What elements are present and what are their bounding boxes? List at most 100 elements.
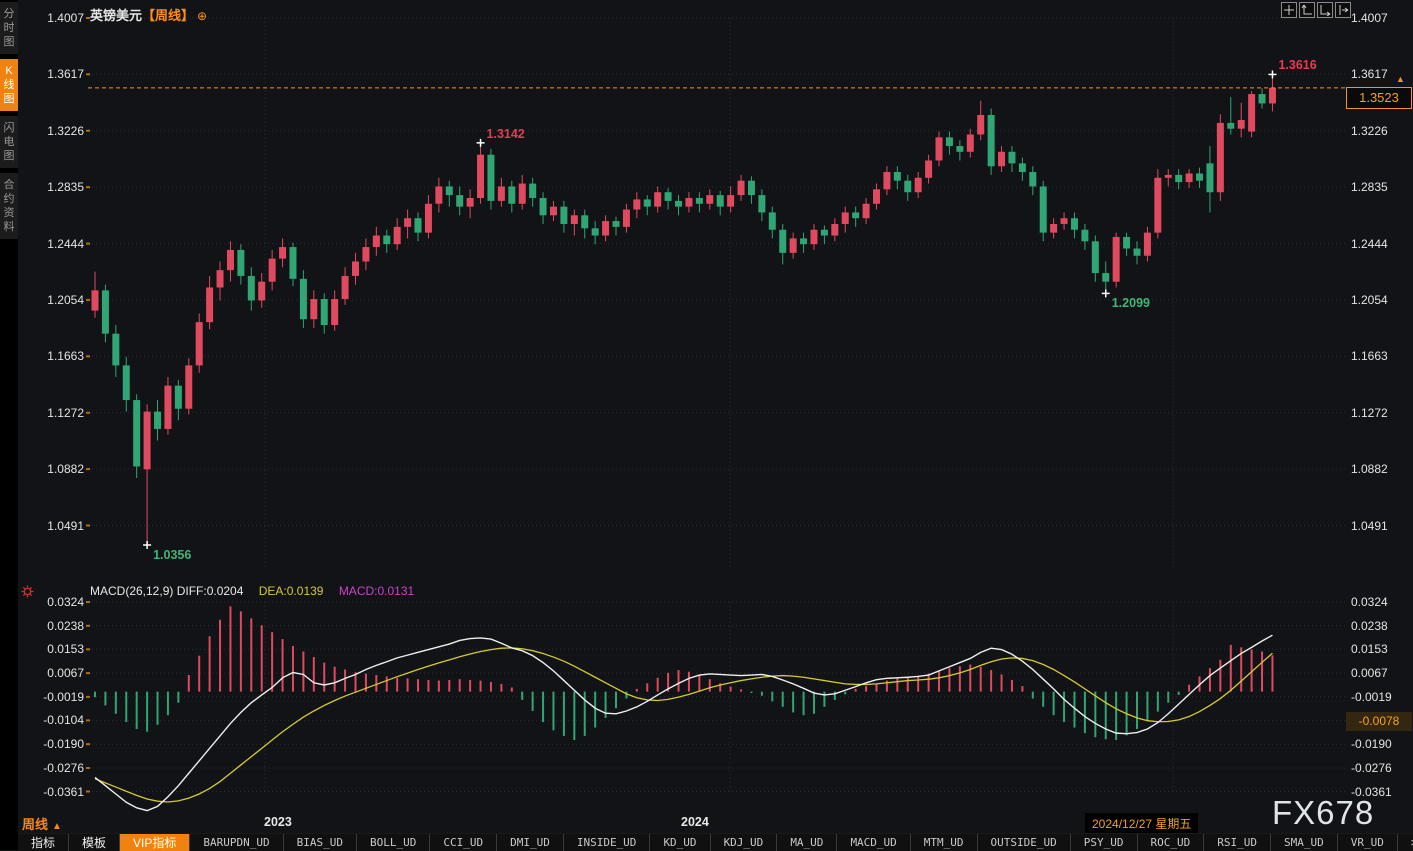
macd-indicator-header: MACD(26,12,9) DIFF:0.0204 DEA:0.0139 MAC… — [90, 584, 414, 598]
candle-body — [1186, 173, 1193, 182]
candle-body — [237, 250, 244, 276]
macd-axis-label: 0.0067 — [18, 666, 84, 680]
candle-body — [1008, 152, 1015, 164]
indicator-button[interactable]: ROC_UD — [1138, 834, 1205, 851]
indicator-button[interactable]: KD_UD — [650, 834, 710, 851]
crosshair-icon[interactable]: ⊕ — [197, 9, 207, 23]
candle-body — [227, 250, 234, 270]
macd-axis-label: 0.0238 — [18, 619, 84, 633]
indicator-button[interactable]: INSIDE_UD — [564, 834, 651, 851]
candle-body — [738, 181, 745, 195]
sidebar-item-1[interactable]: K线图 — [0, 59, 18, 111]
price-axis-label: 1.1272 — [18, 406, 84, 420]
candle-body — [925, 160, 932, 177]
sidebar-item-0[interactable]: 分时图 — [0, 2, 18, 54]
toolbar-tab-2[interactable]: VIP指标 — [120, 834, 190, 851]
candle-body — [1040, 186, 1047, 232]
macd-settings-icon[interactable] — [21, 585, 34, 603]
price-axis-label: 1.2444 — [18, 237, 84, 251]
candle-body — [936, 137, 943, 160]
chart-toolbar-icons — [1281, 2, 1351, 18]
indicator-button[interactable]: MTM_UD — [911, 834, 978, 851]
macd-axis-label: -0.0190 — [18, 737, 84, 751]
indicator-button[interactable]: BIAS_UD — [284, 834, 357, 851]
candle-body — [894, 172, 901, 181]
indicator-button[interactable]: MACD_UD — [837, 834, 910, 851]
more-indicators-button[interactable]: >> — [1398, 834, 1413, 851]
indicator-button[interactable]: RSI_UD — [1204, 834, 1271, 851]
candle-body — [123, 365, 130, 400]
sidebar-item-2[interactable]: 闪电图 — [0, 116, 18, 168]
candle-body — [633, 199, 640, 209]
price-annotation: 1.3142 — [487, 127, 525, 141]
candle-body — [310, 299, 317, 319]
x-axis-adjust-icon[interactable] — [1317, 2, 1333, 18]
macd-value-label: MACD:0.0131 — [339, 584, 414, 598]
macd-axis-label: -0.0276 — [1351, 761, 1392, 775]
candle-body — [1081, 230, 1088, 242]
shift-right-icon[interactable] — [1335, 2, 1351, 18]
candle-body — [654, 192, 661, 206]
candle-body — [258, 282, 265, 301]
candle-body — [467, 198, 474, 207]
candle-body — [873, 189, 880, 203]
candle-body — [352, 262, 359, 276]
indicator-button[interactable]: MA_UD — [777, 834, 837, 851]
candle-body — [269, 259, 276, 282]
macd-value-badge: -0.0078 — [1346, 712, 1412, 731]
indicator-button[interactable]: DMI_UD — [497, 834, 564, 851]
price-axis-label: 1.1663 — [1351, 349, 1388, 363]
price-axis-label: 1.2444 — [1351, 237, 1388, 251]
candle-body — [217, 270, 224, 287]
candle-body — [1019, 163, 1026, 172]
candle-body — [571, 215, 578, 224]
indicator-button[interactable]: BARUPDN_UD — [190, 834, 283, 851]
candle-body — [977, 115, 984, 134]
macd-axis-label: 0.0238 — [1351, 619, 1388, 633]
price-axis-label: 1.3617 — [18, 67, 84, 81]
indicator-button[interactable]: SMA_UD — [1271, 834, 1338, 851]
candle-body — [988, 115, 995, 166]
candle-body — [1154, 178, 1161, 233]
candle-body — [248, 276, 255, 301]
candle-body — [321, 299, 328, 325]
indicator-button[interactable]: CCI_UD — [430, 834, 497, 851]
candle-body — [685, 198, 692, 207]
chart-canvas[interactable] — [0, 0, 1413, 850]
year-tick-label: 2024 — [681, 815, 709, 829]
price-axis-label: 1.3226 — [1351, 124, 1388, 138]
pan-icon[interactable] — [1281, 2, 1297, 18]
toolbar-tab-1[interactable]: 模板 — [69, 834, 120, 851]
candle-body — [696, 198, 703, 204]
macd-axis-label: -0.0104 — [18, 713, 84, 727]
price-annotation: 1.3616 — [1278, 58, 1316, 72]
candle-body — [1217, 123, 1224, 192]
macd-axis-label: -0.0190 — [1351, 737, 1392, 751]
candle-body — [300, 279, 307, 319]
indicator-button[interactable]: OUTSIDE_UD — [978, 834, 1071, 851]
price-axis-label: 1.2835 — [1351, 180, 1388, 194]
candle-body — [769, 212, 776, 229]
chevron-up-icon: ▲ — [52, 821, 62, 832]
candle-body — [164, 386, 171, 429]
period-selector[interactable]: 周线▲ — [22, 814, 62, 833]
candle-body — [1050, 224, 1057, 233]
candle-body — [279, 247, 286, 259]
candle-body — [1102, 273, 1109, 282]
toolbar-tab-0[interactable]: 指标 — [18, 834, 69, 851]
candle-body — [144, 412, 151, 470]
candle-body — [967, 134, 974, 151]
indicator-button[interactable]: KDJ_UD — [711, 834, 778, 851]
candle-body — [946, 137, 953, 146]
candle-body — [529, 184, 536, 198]
indicator-button[interactable]: BOLL_UD — [357, 834, 430, 851]
candle-body — [456, 195, 463, 207]
macd-axis-label: 0.0153 — [1351, 642, 1388, 656]
y-axis-adjust-icon[interactable] — [1299, 2, 1315, 18]
macd-axis-label: -0.0019 — [18, 690, 84, 704]
indicator-button[interactable]: VR_UD — [1338, 834, 1398, 851]
candle-body — [1092, 241, 1099, 273]
indicator-button[interactable]: PSY_UD — [1071, 834, 1138, 851]
candle-body — [1061, 218, 1068, 224]
sidebar-item-3[interactable]: 合约资料 — [0, 173, 18, 239]
